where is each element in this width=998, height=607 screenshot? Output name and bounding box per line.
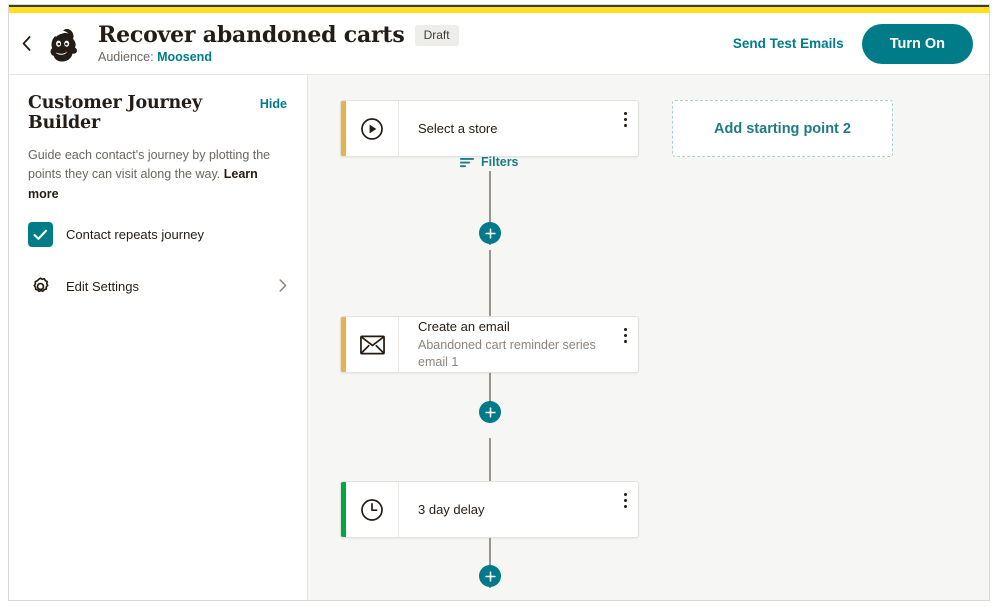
kebab-dot xyxy=(623,118,627,121)
plus-icon xyxy=(484,227,496,239)
kebab-dot xyxy=(623,334,627,337)
add-step-button[interactable] xyxy=(479,401,501,423)
kebab-dot xyxy=(623,499,627,502)
edit-settings-chevron xyxy=(279,279,287,294)
sidebar-header: Customer Journey Builder Hide xyxy=(28,93,287,133)
page-title: Recover abandoned carts xyxy=(98,21,405,48)
send-test-emails-link[interactable]: Send Test Emails xyxy=(733,36,844,51)
journey-node-card[interactable]: Create an email Abandoned cart reminder … xyxy=(340,316,639,373)
chevron-right-icon xyxy=(279,279,287,292)
node-title: Create an email xyxy=(418,318,510,334)
add-step-button[interactable] xyxy=(479,565,501,587)
sidebar-description: Guide each contact's journey by plotting… xyxy=(28,146,280,204)
checkmark-icon xyxy=(33,229,48,240)
node-icon-wrap xyxy=(346,317,399,372)
audience-row: Audience: Moosend xyxy=(98,50,459,64)
node-body: 3 day delay xyxy=(399,482,612,537)
node-menu-button[interactable] xyxy=(612,317,638,372)
audience-label: Audience: xyxy=(98,50,154,65)
filters-label: Filters xyxy=(481,155,519,169)
kebab-dot xyxy=(623,505,627,508)
kebab-dot xyxy=(623,124,627,127)
filters-button[interactable]: Filters xyxy=(460,155,519,169)
kebab-dot xyxy=(623,340,627,343)
node-menu-button[interactable] xyxy=(612,101,638,156)
add-step-button[interactable] xyxy=(479,222,501,244)
play-circle-icon xyxy=(361,117,383,140)
plus-icon xyxy=(484,570,496,582)
journey-node-card[interactable]: Select a store xyxy=(340,100,639,157)
node-title: 3 day delay xyxy=(418,501,485,517)
node-icon-wrap xyxy=(346,482,399,537)
envelope-icon xyxy=(359,334,385,355)
add-starting-point-button[interactable]: Add starting point 2 xyxy=(672,100,893,157)
contact-repeats-journey-checkbox[interactable] xyxy=(28,222,53,248)
edit-settings-row[interactable]: Edit Settings xyxy=(28,276,287,297)
mailchimp-freddie-logo xyxy=(50,28,77,62)
contact-repeats-journey-label: Contact repeats journey xyxy=(66,227,205,243)
sidebar-panel: Customer Journey Builder Hide Guide each… xyxy=(9,75,308,600)
turn-on-button[interactable]: Turn On xyxy=(861,23,973,64)
node-body: Select a store xyxy=(399,101,612,156)
add-starting-point-label: Add starting point 2 xyxy=(714,120,851,137)
kebab-dot xyxy=(623,493,627,496)
gear-icon xyxy=(33,277,49,293)
filter-icon xyxy=(460,157,474,167)
chevron-left-icon xyxy=(22,36,30,51)
audience-link[interactable]: Moosend xyxy=(157,50,212,64)
app-window: Recover abandoned carts Draft Audience: … xyxy=(8,4,990,601)
title-row: Recover abandoned carts Draft xyxy=(98,23,459,47)
clock-icon xyxy=(361,498,383,521)
journey-canvas: Select a store Filters Create an email A… xyxy=(308,75,989,600)
kebab-dot xyxy=(623,112,627,115)
contact-repeats-journey-row[interactable]: Contact repeats journey xyxy=(28,222,287,248)
plus-icon xyxy=(484,406,496,418)
back-button[interactable] xyxy=(11,36,41,51)
journey-title-block: Recover abandoned carts Draft Audience: … xyxy=(98,23,459,64)
app-header: Recover abandoned carts Draft Audience: … xyxy=(9,13,989,75)
journey-node-card[interactable]: 3 day delay xyxy=(340,481,639,538)
node-subtitle: Abandoned cart reminder series email 1 xyxy=(418,338,596,370)
status-badge: Draft xyxy=(414,24,459,46)
node-menu-button[interactable] xyxy=(612,482,638,537)
edit-settings-label: Edit Settings xyxy=(66,279,139,295)
sidebar-title: Customer Journey Builder xyxy=(28,93,202,133)
body-split: Customer Journey Builder Hide Guide each… xyxy=(9,75,989,600)
node-title: Select a store xyxy=(418,120,498,136)
kebab-dot xyxy=(623,328,627,331)
gear-icon-wrap xyxy=(28,276,53,297)
hide-sidebar-button[interactable]: Hide xyxy=(260,97,287,111)
node-icon-wrap xyxy=(346,101,399,156)
header-actions: Send Test Emails Turn On xyxy=(733,23,989,64)
node-body: Create an email Abandoned cart reminder … xyxy=(399,317,612,372)
